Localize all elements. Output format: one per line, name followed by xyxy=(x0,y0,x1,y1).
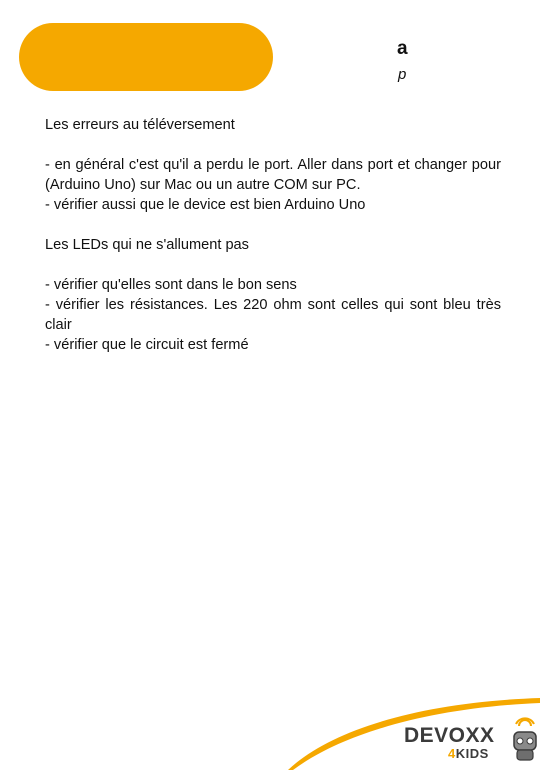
bullet-port-lost: - en général c'est qu'il a perdu le port… xyxy=(45,157,501,193)
logo-digit: 4 xyxy=(448,746,456,761)
section-title-upload-errors: Les erreurs au téléversement xyxy=(45,117,235,133)
header-sub-letter: p xyxy=(398,66,407,83)
bullet-check-device: - vérifier aussi que le device est bien … xyxy=(45,197,366,213)
header-letter: a xyxy=(397,38,408,59)
document-body: Les erreurs au téléversement - en généra… xyxy=(45,115,501,355)
section-title-leds: Les LEDs qui ne s'allument pas xyxy=(45,237,249,253)
bullet-resistors: - vérifier les résistances. Les 220 ohm … xyxy=(45,297,501,333)
header-banner xyxy=(19,23,273,91)
logo-word: DEVOXX xyxy=(404,724,495,747)
logo-sub: 4KIDS xyxy=(448,746,489,761)
logo-sub-word: KIDS xyxy=(455,746,489,761)
robot-mascot-icon xyxy=(513,717,537,761)
bullet-led-direction: - vérifier qu'elles sont dans le bon sen… xyxy=(45,277,297,293)
bullet-circuit-closed: - vérifier que le circuit est fermé xyxy=(45,337,249,353)
devoxx4kids-logo: DEVOXX 4KIDS xyxy=(400,717,540,768)
